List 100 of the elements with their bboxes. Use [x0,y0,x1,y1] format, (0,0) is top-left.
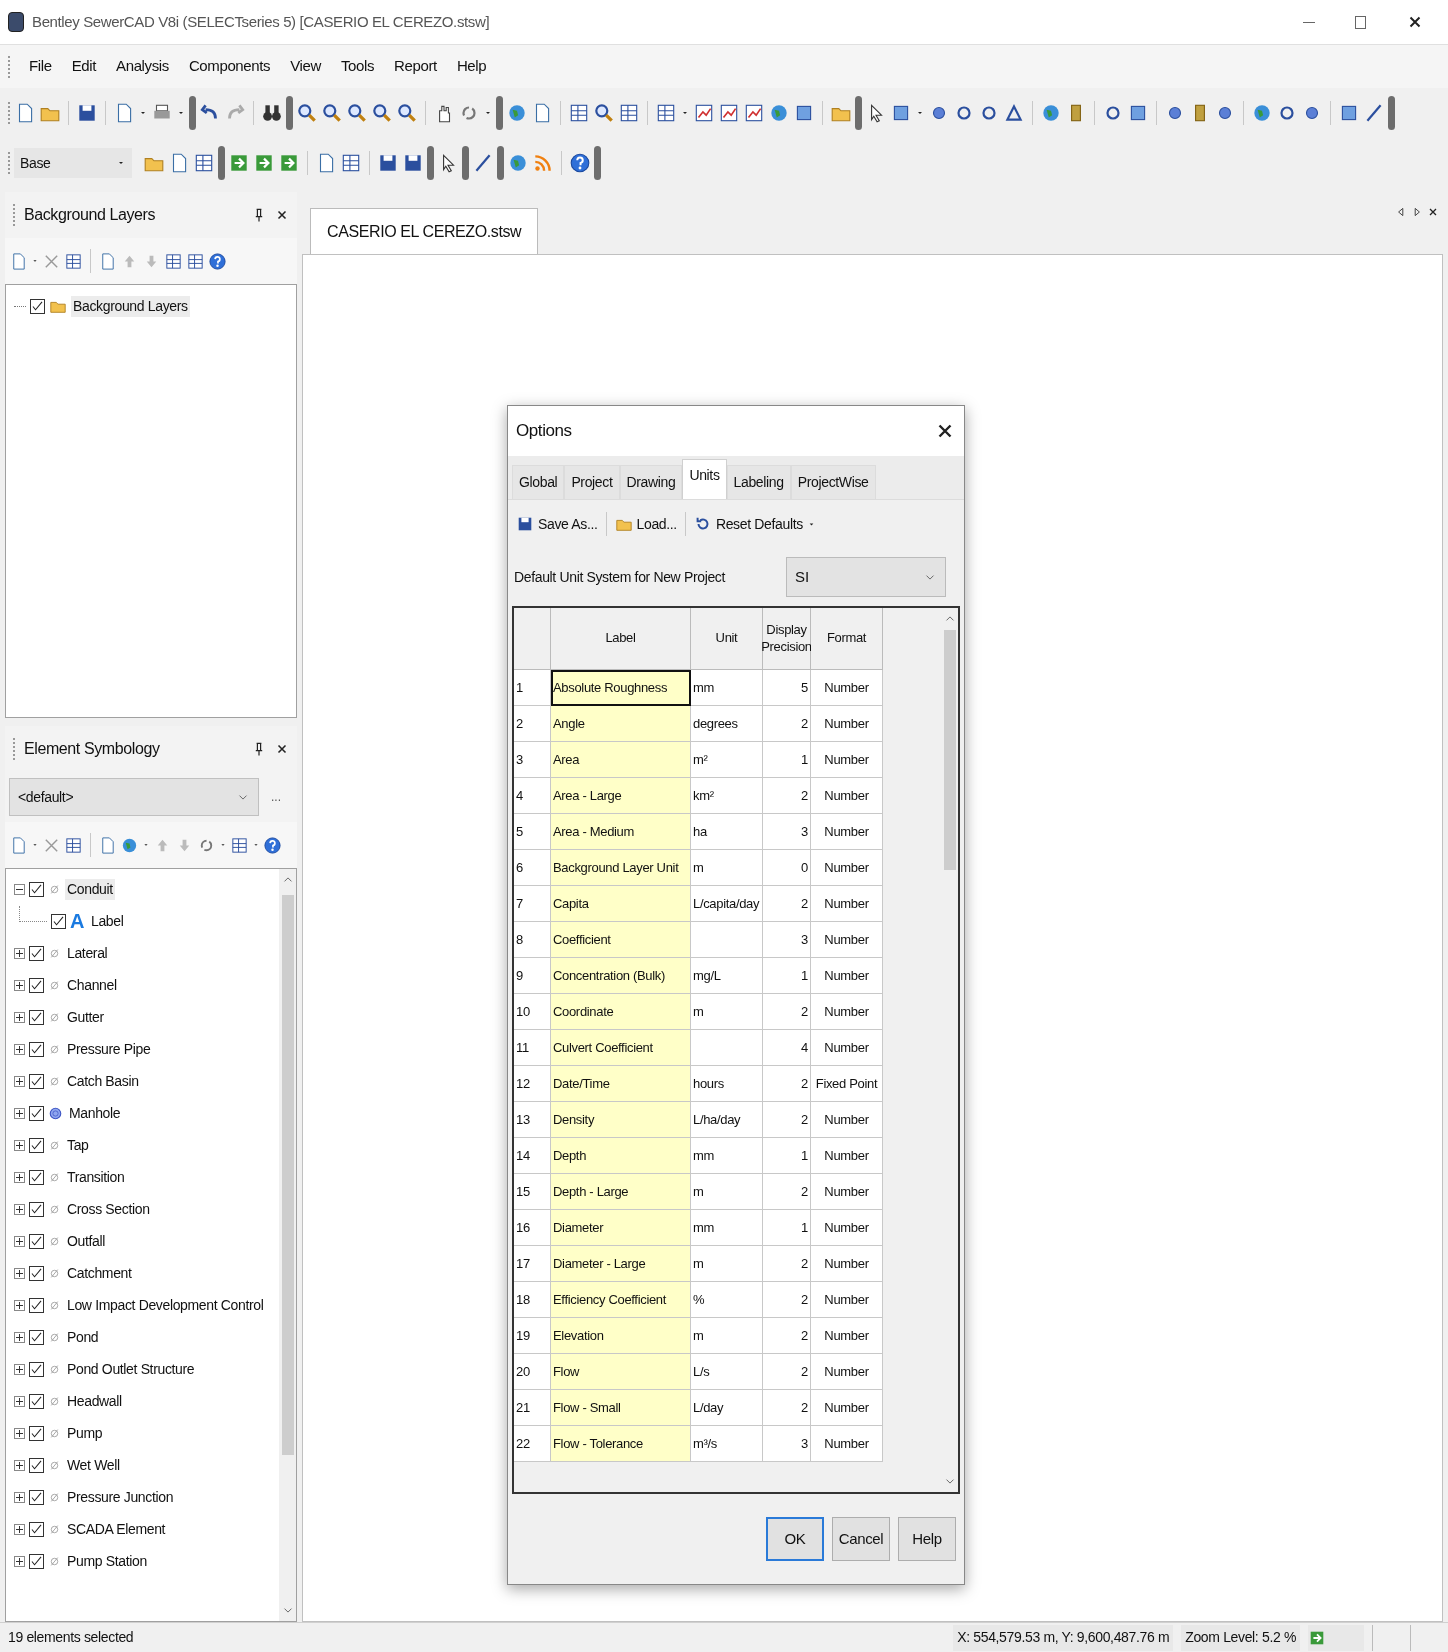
table-cell[interactable]: Concentration (Bulk) [551,958,691,994]
checkbox[interactable] [29,1361,44,1377]
expand-button[interactable] [14,1331,25,1343]
table-cell[interactable]: Number [811,994,883,1030]
table-cell[interactable]: Number [811,1282,883,1318]
tab[interactable]: Units [682,459,727,499]
table-cell[interactable]: Area - Large [551,778,691,814]
help-icon[interactable] [569,152,591,174]
table-cell[interactable]: Capita [551,886,691,922]
checkbox[interactable] [29,945,44,961]
table-cell[interactable]: Number [811,1318,883,1354]
table-cell[interactable]: 2 [763,1246,811,1282]
zoom-icon[interactable] [321,102,343,124]
table-cell[interactable]: mg/L [691,958,763,994]
table-cell[interactable]: Absolute Roughness [551,670,691,706]
globe-icon[interactable] [506,102,528,124]
toolbar-handle[interactable] [1388,96,1395,130]
table-cell[interactable]: 1 [763,1138,811,1174]
table-cell[interactable]: ha [691,814,763,850]
checkbox[interactable] [29,1073,44,1089]
table-cell[interactable]: 4 [763,1030,811,1066]
tree-item[interactable]: Background Layers [71,295,190,317]
menu-item[interactable]: View [288,55,323,78]
unit-system-select[interactable]: SI [786,557,946,597]
binoculars-icon[interactable] [261,102,283,124]
toolbar-handle[interactable] [427,146,434,180]
table-cell[interactable]: mm [691,1138,763,1174]
table-cell[interactable]: Culvert Coefficient [551,1030,691,1066]
menu-item[interactable]: Components [186,55,273,78]
chart-icon[interactable] [693,102,715,124]
arrowbox-icon[interactable] [253,152,275,174]
table-cell[interactable] [691,922,763,958]
table-icon[interactable] [340,152,362,174]
tab[interactable]: Labeling [726,465,791,499]
expand-button[interactable] [14,1139,25,1151]
close-icon[interactable] [275,742,289,756]
checkbox[interactable] [29,1297,44,1313]
expand-button[interactable] [14,1427,25,1439]
layer-select[interactable]: Base [14,148,132,178]
globe-icon[interactable] [1251,102,1273,124]
checkbox[interactable] [51,913,66,929]
table-cell[interactable]: degrees [691,706,763,742]
table-cell[interactable]: m [691,850,763,886]
toolbar-button[interactable]: Reset Defaults [689,507,820,541]
table-cell[interactable]: mm [691,1210,763,1246]
globe-icon[interactable] [1040,102,1062,124]
globe-icon[interactable] [507,152,529,174]
more-button[interactable]: ... [271,788,281,806]
expand-button[interactable] [14,1491,25,1503]
dialog-button[interactable]: Cancel [832,1517,890,1561]
table-cell[interactable]: Density [551,1102,691,1138]
chart-icon[interactable] [743,102,765,124]
table-cell[interactable]: Number [811,778,883,814]
table-icon[interactable] [64,835,83,855]
table-cell[interactable]: m [691,1246,763,1282]
table-cell[interactable]: Area - Medium [551,814,691,850]
checkbox[interactable] [29,1233,44,1249]
table-cell[interactable]: m [691,1174,763,1210]
expand-button[interactable] [14,1395,25,1407]
table-cell[interactable]: 5 [763,670,811,706]
table-cell[interactable]: Number [811,1246,883,1282]
checkbox[interactable] [29,1489,44,1505]
tab[interactable]: Project [564,465,620,499]
table-cell[interactable]: 3 [763,814,811,850]
expand-button[interactable] [14,1011,25,1023]
table-cell[interactable]: Fixed Point [811,1066,883,1102]
expand-button[interactable] [14,1107,25,1119]
table-icon[interactable] [164,251,183,271]
tree-item[interactable]: Pressure Junction [65,1486,176,1508]
expand-button[interactable] [14,1235,25,1247]
checkbox[interactable] [30,298,45,314]
table-cell[interactable]: Number [811,1390,883,1426]
expand-button[interactable] [14,979,25,991]
table-cell[interactable]: Background Layer Unit [551,850,691,886]
tree-item[interactable]: Gutter [65,1006,106,1028]
table-cell[interactable]: Depth [551,1138,691,1174]
toolbar-button[interactable]: Load... [610,507,681,541]
zoom-icon[interactable] [296,102,318,124]
table-cell[interactable]: Elevation [551,1318,691,1354]
arrowbox-icon[interactable] [278,152,300,174]
toolbar-button[interactable]: Save As... [512,507,602,541]
checkbox[interactable] [29,1329,44,1345]
toolbar-handle[interactable] [189,96,196,130]
checkbox[interactable] [29,1521,44,1537]
table-cell[interactable]: L/ha/day [691,1102,763,1138]
checkbox[interactable] [29,1105,44,1121]
menu-item[interactable]: Report [392,55,439,78]
table-cell[interactable]: Diameter [551,1210,691,1246]
column-header[interactable]: Label [551,608,691,670]
table-cell[interactable]: 0 [763,850,811,886]
table-cell[interactable]: km² [691,778,763,814]
toolbar-handle[interactable] [855,96,862,130]
table-cell[interactable]: L/s [691,1354,763,1390]
table-cell[interactable]: L/day [691,1390,763,1426]
expand-button[interactable] [14,1555,25,1567]
table-cell[interactable]: m [691,1318,763,1354]
tree-item[interactable]: Pressure Pipe [65,1038,153,1060]
table-cell[interactable]: Date/Time [551,1066,691,1102]
help-icon[interactable] [208,251,227,271]
table-cell[interactable]: Flow - Tolerance [551,1426,691,1462]
